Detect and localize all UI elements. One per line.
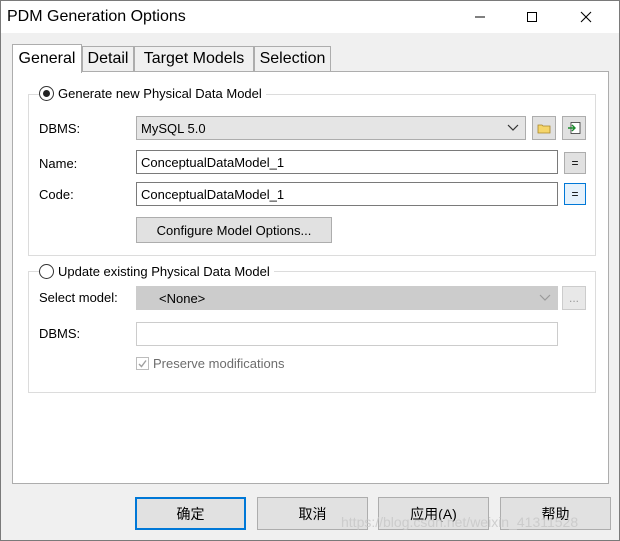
- update-existing-label: Update existing Physical Data Model: [58, 264, 270, 279]
- code-value: ConceptualDataModel_1: [141, 186, 285, 202]
- dialog-window: PDM Generation Options General Detail Ta…: [0, 0, 620, 541]
- folder-icon: [537, 124, 551, 134]
- checkmark-icon: [138, 360, 147, 368]
- preserve-modifications-checkbox[interactable]: Preserve modifications: [136, 356, 285, 371]
- select-model-label: Select model:: [39, 290, 118, 305]
- ok-button[interactable]: 确定: [135, 497, 246, 530]
- cancel-label: 取消: [298, 505, 327, 522]
- code-input[interactable]: ConceptualDataModel_1: [136, 182, 558, 206]
- name-equals-button[interactable]: =: [564, 152, 586, 174]
- dbms-selected-value: MySQL 5.0: [141, 120, 206, 136]
- name-input[interactable]: ConceptualDataModel_1: [136, 150, 558, 174]
- code-label: Code:: [39, 187, 74, 202]
- generate-new-radio[interactable]: Generate new Physical Data Model: [39, 86, 266, 101]
- existing-dbms-label: DBMS:: [39, 326, 81, 341]
- chevron-down-icon: [507, 124, 519, 131]
- minimize-button[interactable]: [457, 1, 503, 33]
- window-title: PDM Generation Options: [7, 8, 186, 25]
- existing-dbms-input[interactable]: [136, 322, 558, 346]
- tab-target-models[interactable]: Target Models: [134, 46, 254, 71]
- dbms-select[interactable]: MySQL 5.0: [136, 116, 526, 140]
- name-value: ConceptualDataModel_1: [141, 154, 285, 170]
- generate-new-label: Generate new Physical Data Model: [58, 86, 262, 101]
- tab-selection[interactable]: Selection: [254, 46, 331, 71]
- import-icon: [568, 122, 581, 134]
- preserve-label: Preserve modifications: [153, 356, 285, 371]
- maximize-button[interactable]: [509, 1, 555, 33]
- general-tab-panel: Generate new Physical Data Model DBMS: M…: [12, 71, 609, 484]
- import-dbms-button[interactable]: [562, 116, 586, 140]
- update-existing-radio[interactable]: Update existing Physical Data Model: [39, 264, 274, 279]
- watermark-text: https://blog.csdn.net/weixin_41311528: [341, 514, 579, 530]
- equals-label: =: [571, 156, 579, 170]
- open-dbms-button[interactable]: [532, 116, 556, 140]
- tab-detail[interactable]: Detail: [82, 46, 134, 71]
- chevron-down-icon: [539, 294, 551, 301]
- title-bar: PDM Generation Options: [1, 1, 619, 33]
- name-label: Name:: [39, 156, 78, 171]
- minimize-icon: [475, 16, 485, 18]
- close-icon: [580, 11, 592, 23]
- ok-label: 确定: [176, 505, 205, 522]
- radio-checked-icon: [39, 86, 54, 101]
- code-equals-button[interactable]: =: [564, 183, 586, 205]
- select-model-select[interactable]: <None>: [136, 286, 558, 310]
- configure-label: Configure Model Options...: [156, 222, 312, 238]
- equals-label: =: [571, 187, 579, 201]
- close-button[interactable]: [563, 1, 609, 33]
- tab-general[interactable]: General: [12, 44, 82, 73]
- select-model-value: <None>: [159, 290, 206, 306]
- browse-model-button[interactable]: ...: [562, 286, 586, 310]
- browse-label: ...: [568, 291, 579, 305]
- configure-model-options-button[interactable]: Configure Model Options...: [136, 217, 332, 243]
- dbms-label: DBMS:: [39, 121, 81, 136]
- checkbox-icon: [136, 357, 149, 370]
- radio-unchecked-icon: [39, 264, 54, 279]
- maximize-icon: [527, 12, 537, 22]
